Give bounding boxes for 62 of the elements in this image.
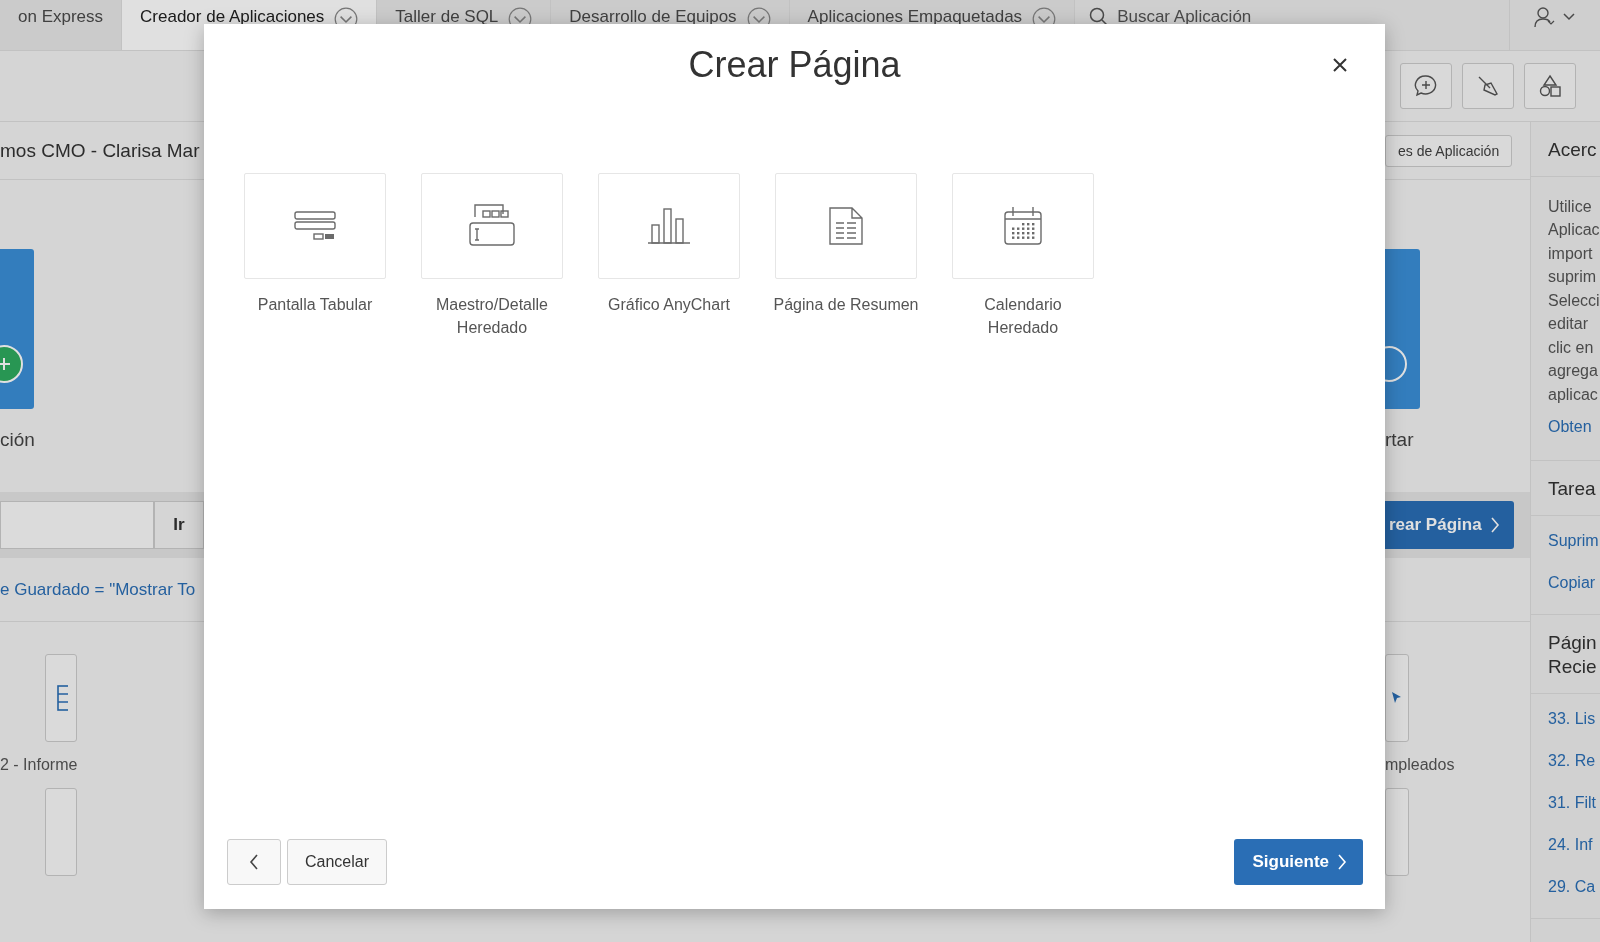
- task-link[interactable]: Suprim: [1531, 520, 1600, 562]
- calendar-icon: [1004, 206, 1042, 246]
- page-type-label: Página de Resumen: [773, 295, 919, 315]
- about-paragraph: Utilice Aplicac import suprim Selecci editar clic en agrega aplicac: [1547, 196, 1600, 405]
- filter-link[interactable]: e Guardado = "Mostrar To: [0, 579, 196, 600]
- dialog-title: Crear Página: [688, 44, 901, 86]
- close-icon: [1333, 58, 1347, 72]
- document-icon: [828, 206, 864, 246]
- back-button[interactable]: [227, 839, 281, 885]
- page-type-label: Pantalla Tabular: [257, 295, 373, 315]
- page-card[interactable]: [1385, 788, 1409, 876]
- recent-page-link[interactable]: 33. Lis: [1531, 697, 1600, 740]
- import-tile[interactable]: [1385, 249, 1420, 409]
- page-card[interactable]: [45, 654, 78, 742]
- list-icon: [54, 684, 69, 712]
- page-type-label: Gráfico AnyChart: [608, 295, 730, 315]
- card-label: 2 - Informe: [0, 756, 78, 774]
- chevron-right-icon: [1337, 854, 1347, 870]
- page-card[interactable]: [45, 788, 78, 876]
- page-type-label: Maestro/Detalle Heredado: [435, 295, 548, 338]
- nav-tab[interactable]: on Express: [0, 0, 123, 50]
- page-type-tile[interactable]: [775, 173, 917, 279]
- cancel-button[interactable]: Cancelar: [287, 839, 388, 885]
- create-app-tile[interactable]: [0, 249, 34, 409]
- comment-add-icon: [1414, 74, 1438, 98]
- page-card[interactable]: [1385, 654, 1409, 742]
- table-rows-icon: [294, 210, 336, 242]
- master-detail-icon: [469, 203, 515, 249]
- recent-page-link[interactable]: 29. Ca: [1531, 865, 1600, 908]
- section-title: Acerc: [1531, 122, 1600, 177]
- search-icon: [1089, 7, 1110, 27]
- section-title: Págin Recie: [1531, 615, 1600, 694]
- comment-button[interactable]: [1400, 63, 1452, 109]
- help-link[interactable]: Obten: [1531, 406, 1600, 462]
- recent-page-link[interactable]: 31. Filt: [1531, 781, 1600, 824]
- page-title: mos CMO - Clarisa Mar: [0, 139, 200, 162]
- app-attributes-button[interactable]: es de Aplicación: [1385, 134, 1513, 167]
- brush-icon: [1476, 74, 1500, 98]
- section-title: Tarea: [1531, 461, 1600, 516]
- go-button[interactable]: Ir: [154, 501, 204, 549]
- tile-label: rtar: [1385, 429, 1414, 451]
- chevron-right-icon: [1489, 517, 1500, 533]
- shapes-icon: [1538, 74, 1562, 98]
- page-type-tile[interactable]: [952, 173, 1094, 279]
- chevron-left-icon: [249, 854, 259, 870]
- page-type-tile[interactable]: [244, 173, 386, 279]
- shapes-button[interactable]: [1524, 63, 1576, 109]
- task-link[interactable]: Copiar: [1531, 562, 1600, 604]
- create-page-button[interactable]: rear Página: [1385, 501, 1514, 549]
- recent-page-link[interactable]: 24. Inf: [1531, 823, 1600, 866]
- card-label: mpleados: [1385, 756, 1455, 774]
- clean-button[interactable]: [1462, 63, 1514, 109]
- search-placeholder: Buscar Aplicación: [1117, 7, 1252, 27]
- page-type-label: Calendario Heredado: [984, 295, 1062, 338]
- recent-page-link[interactable]: 32. Re: [1531, 739, 1600, 782]
- bar-chart-icon: [648, 207, 690, 245]
- user-icon: [1533, 6, 1577, 30]
- next-button[interactable]: Siguiente: [1234, 839, 1363, 885]
- tile-label: ción: [0, 429, 35, 451]
- page-type-tile[interactable]: [421, 173, 563, 279]
- page-type-tile[interactable]: [598, 173, 740, 279]
- search-field[interactable]: [0, 501, 154, 549]
